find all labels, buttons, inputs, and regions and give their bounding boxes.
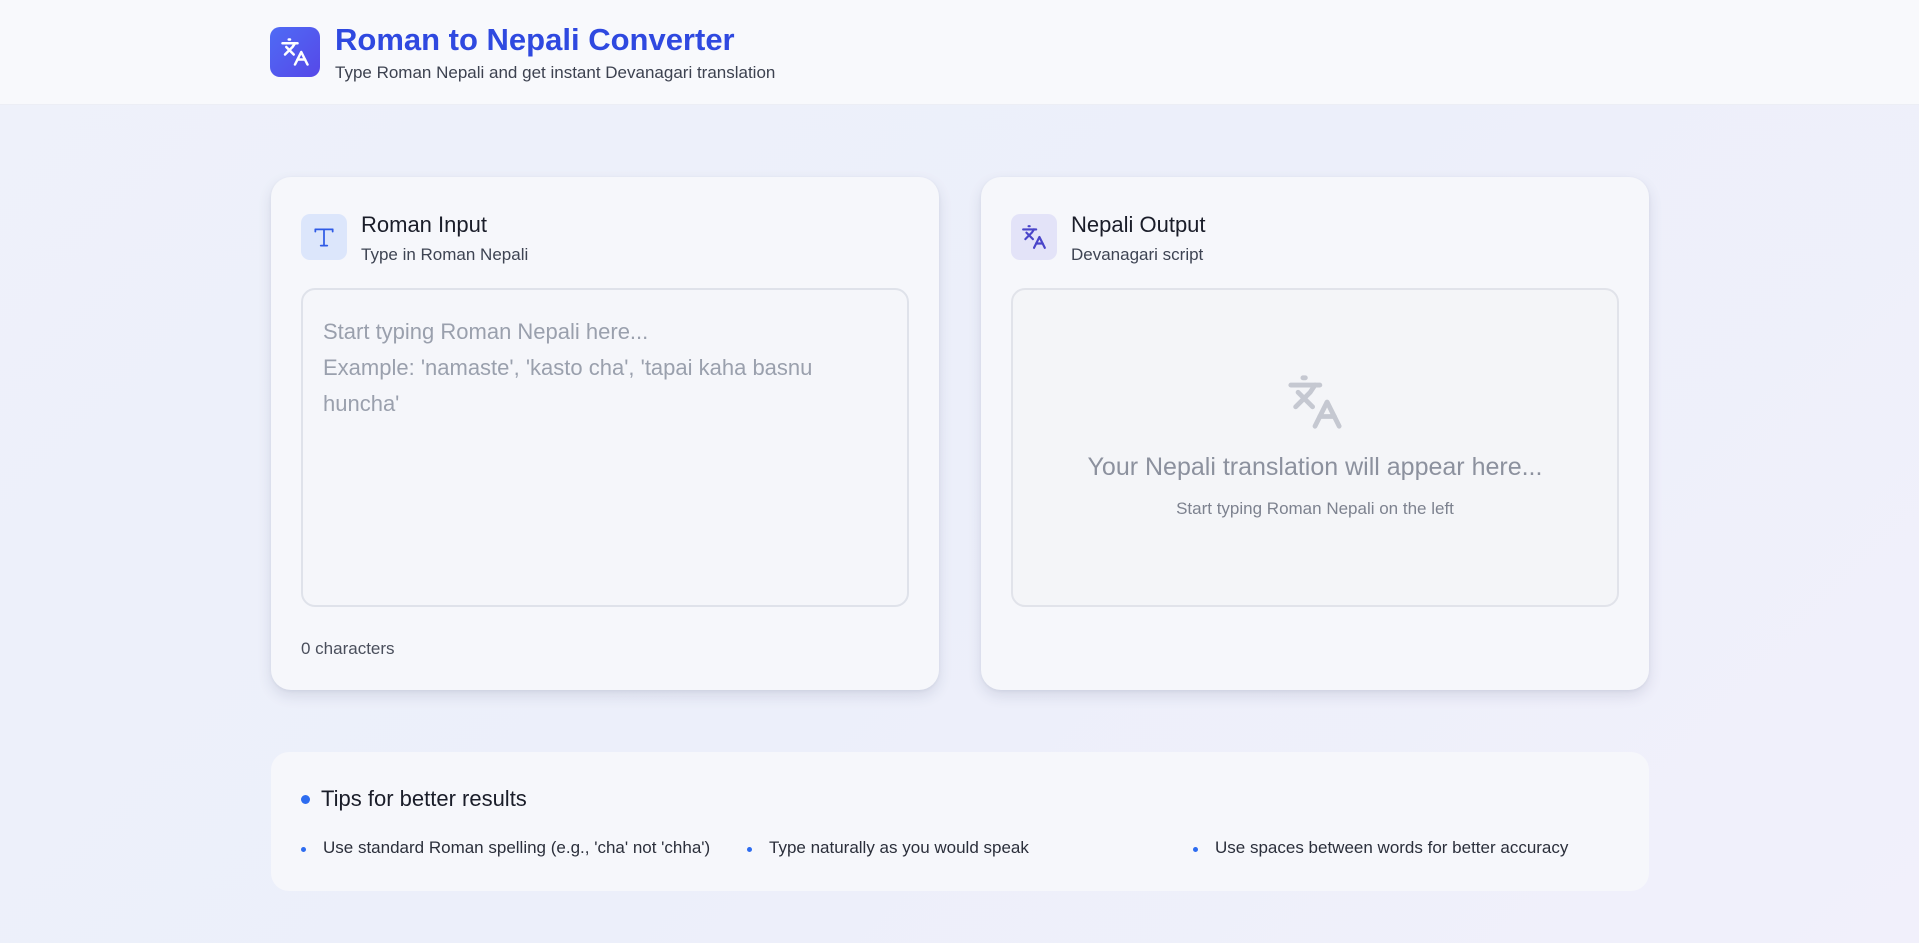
- text-t-icon: [301, 214, 347, 260]
- input-card-subtitle: Type in Roman Nepali: [361, 245, 529, 264]
- output-hint: Start typing Roman Nepali on the left: [1176, 499, 1454, 518]
- translate-icon: [270, 27, 320, 77]
- app-header: Roman to Nepali Converter Type Roman Nep…: [0, 0, 1919, 105]
- tip-text: Type naturally as you would speak: [769, 838, 1029, 857]
- tips-panel: Tips for better results Use standard Rom…: [271, 752, 1649, 891]
- translate-icon: [1285, 372, 1345, 432]
- output-card-subtitle: Devanagari script: [1071, 245, 1204, 264]
- app-subtitle: Type Roman Nepali and get instant Devana…: [335, 63, 776, 82]
- tip-text: Use spaces between words for better accu…: [1215, 838, 1569, 857]
- tips-bullet-icon: [301, 795, 310, 804]
- bullet-icon: [747, 847, 752, 852]
- nepali-output-box: Your Nepali translation will appear here…: [1011, 288, 1619, 607]
- app-title: Roman to Nepali Converter: [335, 22, 735, 57]
- bullet-icon: [301, 847, 306, 852]
- roman-input-card: Roman Input Type in Roman Nepali 0 chara…: [271, 177, 939, 690]
- output-placeholder: Your Nepali translation will appear here…: [1087, 453, 1543, 481]
- tip-text: Use standard Roman spelling (e.g., 'cha'…: [323, 838, 711, 857]
- roman-input-textarea[interactable]: [301, 288, 909, 607]
- output-card-title: Nepali Output: [1071, 212, 1206, 237]
- bullet-icon: [1193, 847, 1198, 852]
- nepali-output-card: Nepali Output Devanagari script Your Nep…: [981, 177, 1649, 690]
- input-card-title: Roman Input: [361, 212, 487, 237]
- tips-title: Tips for better results: [321, 786, 527, 811]
- character-count: 0 characters: [301, 639, 395, 658]
- translate-icon: [1011, 214, 1057, 260]
